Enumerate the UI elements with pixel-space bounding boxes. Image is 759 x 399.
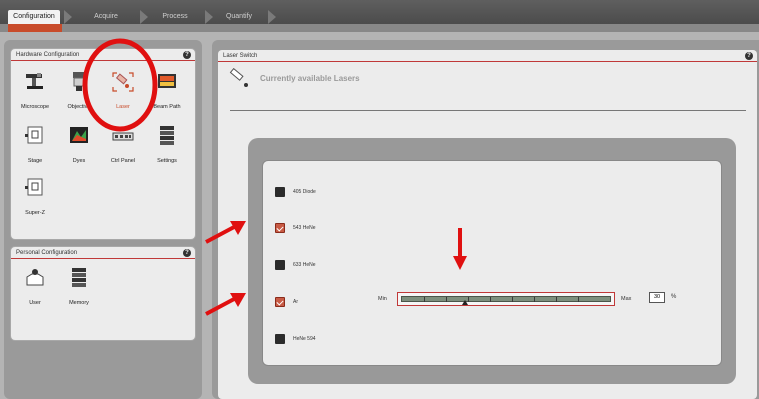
laser-label: 405 Diode xyxy=(293,189,316,195)
tab-acquire[interactable]: Acquire xyxy=(76,10,136,24)
super-z-icon xyxy=(25,178,43,196)
laser-switch-heading: Currently available Lasers xyxy=(260,74,360,83)
arrow-icon xyxy=(205,293,246,316)
laser-control-area: 405 Diode 543 HeNe 633 HeNe Ar HeNe 594 xyxy=(262,160,722,366)
personal-item-user[interactable]: User xyxy=(13,267,57,306)
arrow-icon xyxy=(205,221,246,244)
stage-icon xyxy=(25,126,43,144)
laser-label: 633 HeNe xyxy=(293,262,316,268)
tab-process[interactable]: Process xyxy=(150,10,200,24)
slider-tick xyxy=(512,297,513,302)
laser-icon xyxy=(229,68,248,87)
laser-label: 543 HeNe xyxy=(293,225,316,231)
personal-item-memory[interactable]: Memory xyxy=(57,267,101,306)
slider-tick xyxy=(468,297,469,302)
personal-configuration-title: Personal Configuration xyxy=(16,250,78,256)
laser-control-frame: 405 Diode 543 HeNe 633 HeNe Ar HeNe 594 xyxy=(248,138,736,384)
hardware-item-super-z[interactable]: Super-Z xyxy=(13,177,57,216)
hardware-item-label: Settings xyxy=(157,158,177,164)
laser-checkbox-hene-594[interactable] xyxy=(275,334,285,344)
slider-track[interactable] xyxy=(401,296,611,305)
laser-row-hene-594: HeNe 594 xyxy=(275,333,316,345)
laser-checkbox-ar[interactable] xyxy=(275,297,285,307)
highlight-circle xyxy=(82,38,158,132)
slider-tick xyxy=(556,297,557,302)
slider-max-label: Max xyxy=(621,296,632,302)
slider-tick xyxy=(446,297,447,302)
hardware-item-label: Super-Z xyxy=(25,210,45,216)
help-icon[interactable]: ? xyxy=(183,51,191,59)
slider-tick xyxy=(424,297,425,302)
help-icon[interactable]: ? xyxy=(183,249,191,257)
laser-switch-header: Laser Switch ? xyxy=(218,50,757,62)
hardware-item-stage[interactable]: Stage xyxy=(13,125,57,164)
heading-divider xyxy=(230,110,746,111)
slider-thumb[interactable] xyxy=(462,300,468,305)
laser-row-633-hene: 633 HeNe xyxy=(275,259,316,271)
laser-power-slider[interactable] xyxy=(397,292,615,306)
laser-checkbox-633-hene[interactable] xyxy=(275,260,285,270)
slider-min-label: Min xyxy=(378,296,387,302)
laser-row-405-diode: 405 Diode xyxy=(275,186,316,198)
tab-quantify[interactable]: Quantify xyxy=(216,10,262,24)
hardware-configuration-title: Hardware Configuration xyxy=(16,52,80,58)
laser-label: Ar xyxy=(293,299,298,305)
microscope-icon xyxy=(26,73,43,89)
tab-separator xyxy=(140,10,148,24)
percent-unit: % xyxy=(671,294,677,300)
personal-item-label: Memory xyxy=(69,300,89,306)
right-panel: Laser Switch ? Currently available Laser… xyxy=(212,40,759,399)
laser-label: HeNe 594 xyxy=(293,336,316,342)
personal-configuration-header: Personal Configuration ? xyxy=(11,247,195,259)
tab-configuration[interactable]: Configuration xyxy=(8,10,60,24)
personal-configuration-box: Personal Configuration ? User Memory xyxy=(10,246,196,341)
arrow-icon xyxy=(453,228,467,270)
laser-row-543-hene: 543 HeNe xyxy=(275,222,316,234)
help-icon[interactable]: ? xyxy=(745,52,753,60)
hardware-item-label: Dyes xyxy=(72,158,86,164)
personal-item-label: User xyxy=(29,300,41,306)
hardware-item-microscope[interactable]: Microscope xyxy=(13,71,57,110)
slider-tick xyxy=(578,297,579,302)
tab-underline xyxy=(0,24,759,32)
tab-separator xyxy=(64,10,72,24)
laser-row-ar: Ar xyxy=(275,296,298,308)
tab-separator xyxy=(268,10,276,24)
tab-separator xyxy=(205,10,213,24)
user-icon xyxy=(26,269,44,286)
hardware-item-label: Ctrl Panel xyxy=(110,158,136,164)
laser-power-input[interactable]: 30 xyxy=(649,292,665,303)
top-tab-bar: Configuration Acquire Process Quantify xyxy=(0,0,759,32)
slider-tick xyxy=(534,297,535,302)
laser-switch-title: Laser Switch xyxy=(223,53,258,59)
laser-checkbox-405-diode[interactable] xyxy=(275,187,285,197)
hardware-item-label: Stage xyxy=(27,158,43,164)
laser-checkbox-543-hene[interactable] xyxy=(275,223,285,233)
workflow-progress xyxy=(8,24,62,32)
hardware-item-label: Microscope xyxy=(20,104,50,110)
laser-switch-box: Laser Switch ? Currently available Laser… xyxy=(218,50,757,399)
memory-icon xyxy=(72,268,86,287)
slider-tick xyxy=(490,297,491,302)
